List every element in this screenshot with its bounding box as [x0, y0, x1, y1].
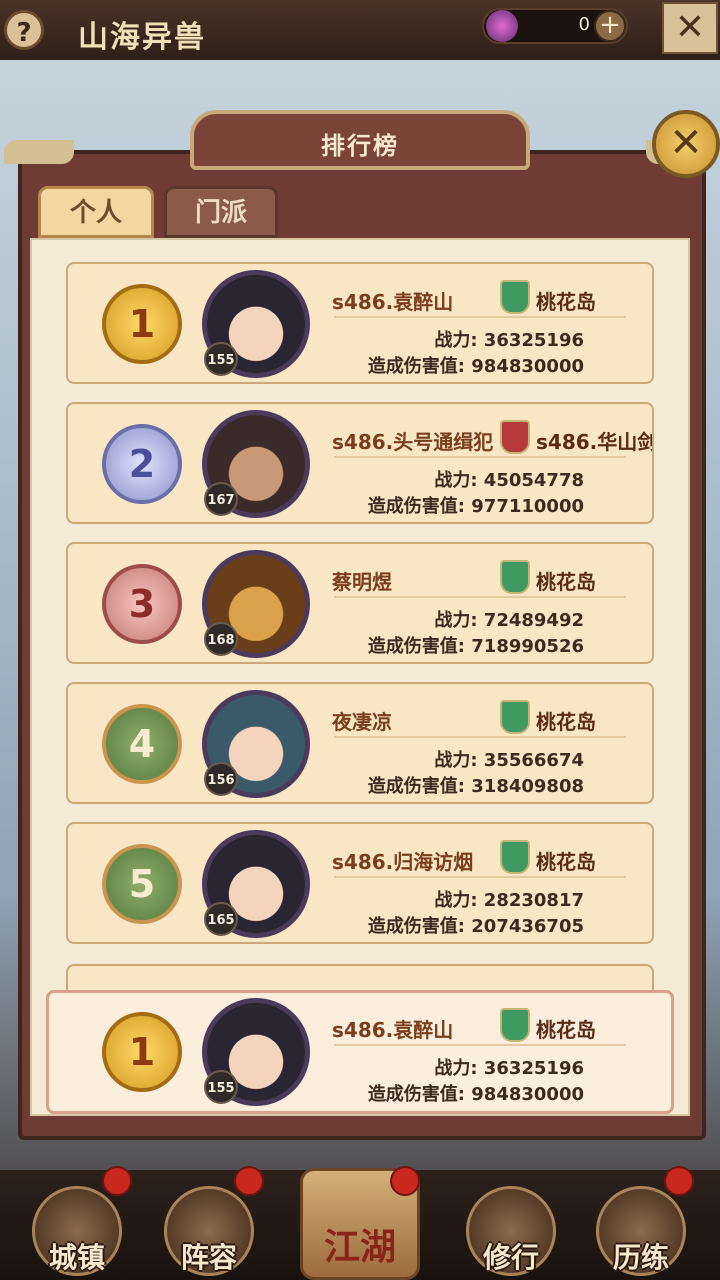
level-badge: 168	[204, 622, 238, 656]
gem-icon	[486, 10, 518, 42]
level-badge: 155	[204, 342, 238, 376]
sect-name: s486.华山剑	[536, 430, 652, 454]
add-currency-button[interactable]: +	[594, 10, 626, 42]
notification-dot-icon	[664, 1166, 694, 1196]
sect-name: 桃花岛	[536, 290, 596, 314]
sect-flag-icon	[500, 280, 530, 314]
rank-badge-icon: 5	[102, 844, 182, 924]
nav-town-label: 城镇	[48, 1241, 105, 1274]
level-badge: 167	[204, 482, 238, 516]
level-badge: 165	[204, 902, 238, 936]
damage-value: 造成伤害值: 718990526	[367, 636, 584, 657]
level-badge: 155	[204, 1070, 238, 1104]
damage-value: 造成伤害值: 984830000	[367, 1084, 584, 1105]
damage-value: 造成伤害值: 977110000	[367, 496, 584, 517]
player-name: s486.袁醉山	[332, 290, 454, 314]
level-badge: 156	[204, 762, 238, 796]
sect-name: 桃花岛	[536, 1018, 596, 1042]
power-value: 战力: 45054778	[434, 470, 584, 491]
panel-title: 排行榜	[321, 132, 399, 160]
gold-medal-icon: 1	[102, 1012, 182, 1092]
sect-flag-icon	[500, 1008, 530, 1042]
player-name: s486.袁醉山	[332, 1018, 454, 1042]
panel-corner-ornament-left	[4, 140, 74, 164]
damage-value: 造成伤害值: 318409808	[367, 776, 584, 797]
row-divider	[334, 456, 626, 458]
sect-flag-icon	[500, 840, 530, 874]
power-value: 战力: 36325196	[434, 330, 584, 351]
sect-flag-icon	[500, 560, 530, 594]
player-name: 夜凄凉	[332, 710, 392, 734]
row-divider	[334, 736, 626, 738]
power-value: 战力: 28230817	[434, 890, 584, 911]
tab-sect[interactable]: 门派	[164, 186, 278, 238]
row-divider	[334, 1044, 626, 1046]
event-title: 山海异兽	[78, 20, 206, 55]
sect-name: 桃花岛	[536, 850, 596, 874]
nav-cultivation-label: 修行	[482, 1241, 539, 1274]
row-divider	[334, 316, 626, 318]
damage-value: 造成伤害值: 984830000	[367, 356, 584, 377]
player-name: s486.归海访烟	[332, 850, 474, 874]
player-name: 蔡明煜	[332, 570, 392, 594]
sect-name: 桃花岛	[536, 570, 596, 594]
notification-dot-icon	[234, 1166, 264, 1196]
top-close-button[interactable]: ✕	[662, 2, 718, 54]
nav-jianghu-label: 江湖	[323, 1227, 396, 1268]
notification-dot-icon	[102, 1166, 132, 1196]
player-name: s486.头号通缉犯	[332, 430, 494, 454]
sect-flag-icon	[500, 700, 530, 734]
damage-value: 造成伤害值: 207436705	[367, 916, 584, 937]
sect-name: 桃花岛	[536, 710, 596, 734]
power-value: 战力: 36325196	[434, 1058, 584, 1079]
tab-personal[interactable]: 个人	[38, 186, 154, 238]
nav-lineup-label: 阵容	[180, 1241, 237, 1274]
help-button[interactable]: ?	[4, 10, 44, 50]
panel-close-button[interactable]: ✕	[652, 110, 720, 178]
gold-medal-icon: 1	[102, 284, 182, 364]
silver-medal-icon: 2	[102, 424, 182, 504]
currency-value: 0	[578, 14, 590, 35]
rank-badge-icon: 4	[102, 704, 182, 784]
row-divider	[334, 596, 626, 598]
sect-flag-icon	[500, 420, 530, 454]
bronze-medal-icon: 3	[102, 564, 182, 644]
power-value: 战力: 35566674	[434, 750, 584, 771]
row-divider	[334, 876, 626, 878]
nav-trials-label: 历练	[612, 1241, 669, 1274]
power-value: 战力: 72489492	[434, 610, 584, 631]
notification-dot-icon	[390, 1166, 420, 1196]
